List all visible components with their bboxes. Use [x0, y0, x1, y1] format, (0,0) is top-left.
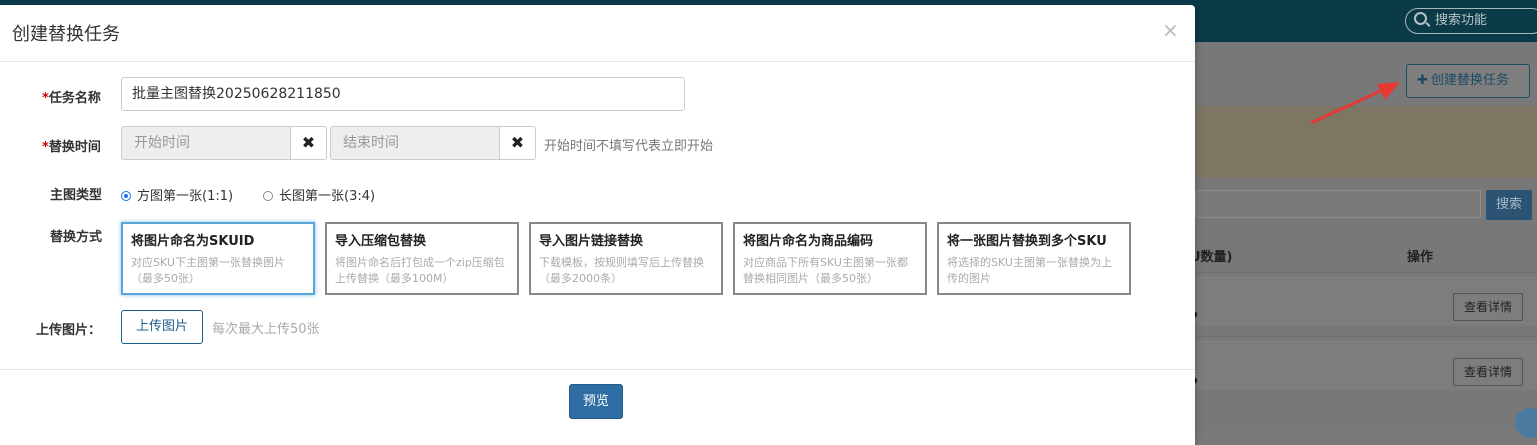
preview-button[interactable]: 预览: [569, 384, 623, 419]
required-mark: *: [42, 91, 49, 106]
method-card-desc: 下载模板，按规则填写后上传替换（最多2000条）: [539, 256, 704, 285]
modal-title: 创建替换任务: [12, 24, 120, 45]
method-card-desc: 对应商品下所有SKU主图第一张都替换相同图片（最多50张）: [743, 256, 908, 285]
method-label: 替换方式: [50, 230, 103, 245]
method-card-title: 导入图片链接替换: [539, 234, 644, 249]
background-row-separator: [1195, 336, 1537, 337]
start-time-input[interactable]: 开始时间: [121, 126, 291, 160]
task-name-input[interactable]: 批量主图替换20250628211850: [121, 77, 685, 111]
method-card-desc: 将图片命名后打包成一个zip压缩包上传替换（最多100M）: [335, 256, 505, 285]
search-icon: [1414, 12, 1427, 25]
background-filter-input[interactable]: [1195, 190, 1481, 218]
end-time-input[interactable]: 结束时间: [330, 126, 500, 160]
radio-unchecked-icon: [263, 191, 273, 201]
method-card-product-code[interactable]: 将图片命名为商品编码 对应商品下所有SKU主图第一张都替换相同图片（最多50张）: [733, 222, 927, 295]
task-name-label-text: 任务名称: [48, 91, 101, 106]
method-card-title: 将图片命名为SKUID: [131, 234, 255, 249]
background-create-task-label: 创建替换任务: [1430, 73, 1509, 88]
background-table-header-count: U数量): [1190, 250, 1233, 265]
upload-image-button[interactable]: 上传图片: [121, 310, 203, 344]
background-create-task-button[interactable]: ✚ 创建替换任务: [1406, 64, 1530, 98]
method-card-skuid[interactable]: 将图片命名为SKUID 对应SKU下主图第一张替换图片（最多50张）: [121, 222, 315, 295]
radio-long-label: 长图第一张(3:4): [279, 189, 376, 204]
view-details-button[interactable]: 查看详情: [1453, 293, 1523, 321]
background-search-input[interactable]: 搜索功能: [1405, 8, 1537, 34]
background-row-separator: [1195, 272, 1537, 273]
view-details-button[interactable]: 查看详情: [1453, 358, 1523, 386]
radio-long-first[interactable]: 长图第一张(3:4): [263, 185, 375, 204]
method-card-title: 导入压缩包替换: [335, 234, 427, 249]
method-card-links[interactable]: 导入图片链接替换 下载模板，按规则填写后上传替换（最多2000条）: [529, 222, 723, 295]
background-search-button[interactable]: 搜索: [1486, 190, 1532, 220]
task-name-label: *任务名称: [42, 87, 101, 106]
method-card-zip[interactable]: 导入压缩包替换 将图片命名后打包成一个zip压缩包上传替换（最多100M）: [325, 222, 519, 295]
method-card-desc: 对应SKU下主图第一张替换图片（最多50张）: [131, 256, 285, 285]
upload-hint: 每次最大上传50张: [212, 322, 320, 337]
create-task-modal: 创建替换任务 × *任务名称 批量主图替换20250628211850 *替换时…: [0, 5, 1195, 445]
modal-header: 创建替换任务 ×: [0, 5, 1195, 62]
method-card-multi-sku[interactable]: 将一张图片替换到多个SKU 将选择的SKU主图第一张替换为上传的图片: [937, 222, 1131, 295]
radio-square-first[interactable]: 方图第一张(1:1): [121, 185, 233, 204]
background-table-header-action: 操作: [1407, 250, 1434, 265]
clear-end-time-button[interactable]: ✖: [500, 126, 536, 160]
modal-footer-divider: [0, 369, 1195, 370]
radio-checked-icon: [121, 191, 131, 201]
floating-help-icon[interactable]: [1515, 408, 1537, 438]
method-card-desc: 将选择的SKU主图第一张替换为上传的图片: [947, 256, 1112, 285]
radio-square-label: 方图第一张(1:1): [137, 189, 234, 204]
method-card-title: 将一张图片替换到多个SKU: [947, 234, 1107, 249]
background-search-placeholder: 搜索功能: [1435, 13, 1488, 28]
close-icon[interactable]: ×: [1162, 18, 1179, 42]
replace-time-label: *替换时间: [42, 136, 101, 155]
plus-icon: ✚: [1417, 73, 1428, 88]
annotation-arrow-icon: [1310, 82, 1400, 125]
time-hint: 开始时间不填写代表立即开始: [544, 139, 714, 154]
required-mark: *: [42, 140, 49, 155]
image-type-label: 主图类型: [50, 188, 103, 203]
replace-time-label-text: 替换时间: [48, 140, 101, 155]
method-card-title: 将图片命名为商品编码: [743, 234, 874, 249]
clear-start-time-button[interactable]: ✖: [291, 126, 327, 160]
upload-label: 上传图片：: [36, 323, 102, 338]
